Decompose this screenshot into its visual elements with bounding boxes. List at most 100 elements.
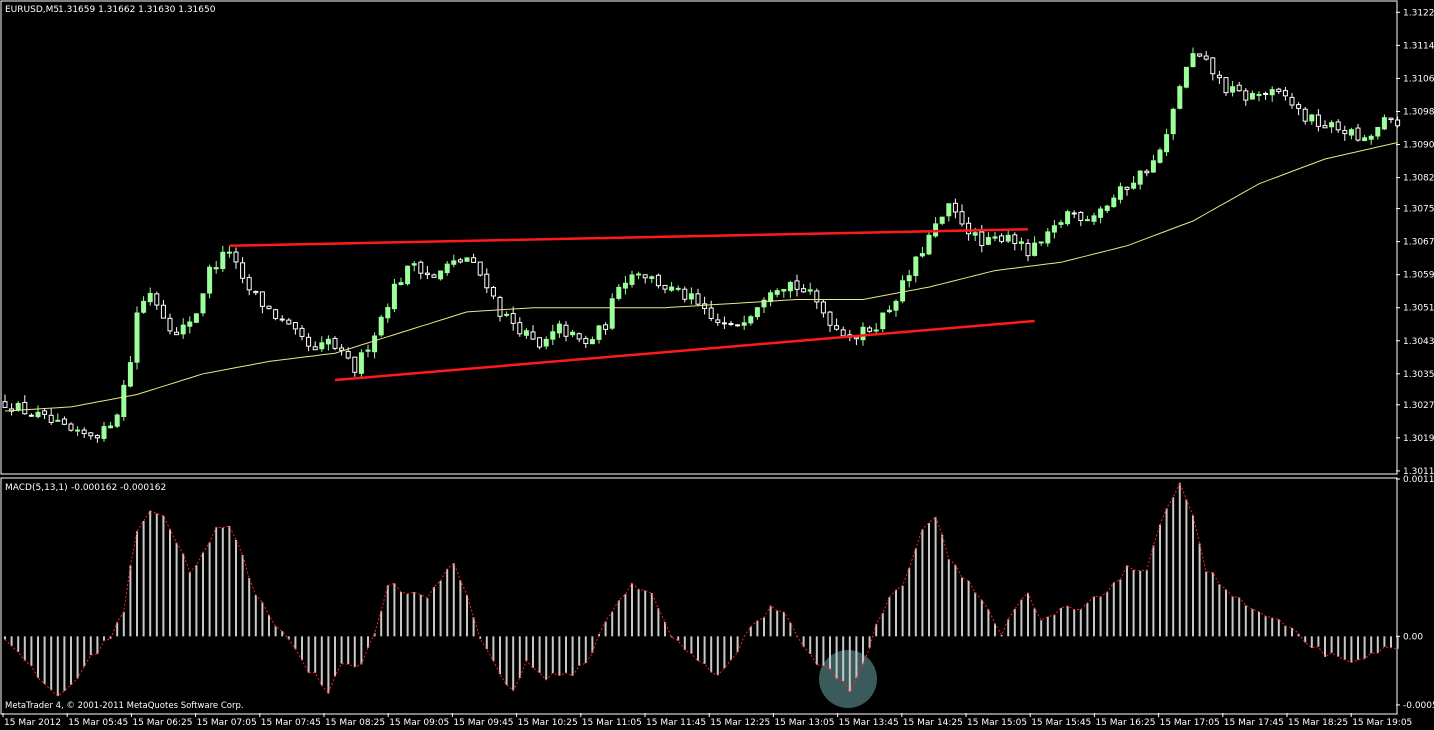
time-axis-label: 15 Mar 09:05 — [389, 718, 449, 728]
candle-body — [273, 309, 279, 319]
candle-body — [820, 301, 826, 314]
candle-body — [1276, 88, 1282, 93]
candle-body — [913, 256, 919, 277]
macd-label: MACD(5,13,1) — [5, 483, 68, 493]
candle-body — [299, 327, 305, 337]
candle-body — [213, 267, 219, 270]
candle-body — [207, 266, 213, 294]
candle-body — [629, 274, 635, 285]
candle-body — [471, 257, 477, 263]
candle-body — [900, 280, 906, 302]
candle-body — [490, 286, 496, 297]
candle-body — [246, 277, 252, 291]
candle-body — [391, 283, 397, 310]
candle-body — [15, 402, 21, 411]
time-axis-label: 15 Mar 09:45 — [453, 718, 513, 728]
candle-body — [180, 324, 186, 335]
candle-body — [669, 286, 675, 291]
candle-body — [411, 263, 417, 266]
macd-axis-label: -0.00051 — [1403, 701, 1434, 711]
copyright-text: MetaTrader 4, © 2001-2011 MetaQuotes Sof… — [5, 701, 244, 711]
candle-body — [94, 435, 100, 439]
candle-body — [504, 313, 510, 316]
candle-body — [1058, 222, 1064, 225]
candle-body — [1104, 205, 1110, 211]
candle-body — [517, 322, 523, 335]
time-axis-label: 15 Mar 08:25 — [325, 718, 385, 728]
candle-body — [101, 426, 107, 439]
candle-body — [81, 429, 87, 435]
candle-body — [880, 312, 886, 330]
candle-body — [946, 203, 952, 217]
time-axis-label: 15 Mar 15:45 — [1031, 718, 1091, 728]
candle-body — [1084, 219, 1090, 222]
candle-body — [537, 337, 543, 348]
candle-body — [1381, 117, 1387, 130]
price-axis-label: 1.30350 — [1403, 370, 1434, 380]
candle-body — [570, 331, 576, 336]
candle-body — [1203, 55, 1209, 60]
candle-body — [431, 274, 437, 278]
time-axis-label: 15 Mar 17:05 — [1160, 718, 1220, 728]
price-axis-label: 1.30590 — [1403, 271, 1434, 281]
candle-body — [398, 282, 404, 286]
candle-body — [75, 429, 81, 432]
candle-body — [108, 425, 114, 429]
candle-body — [992, 236, 998, 239]
macd-axis-label: 0.00117 — [1403, 475, 1434, 485]
candle-body — [1071, 212, 1077, 215]
chart-symbol: EURUSD,M5 — [5, 5, 59, 15]
candle-body — [306, 336, 312, 347]
price-axis-label: 1.31225 — [1403, 8, 1434, 18]
candle-body — [985, 237, 991, 245]
time-axis-label: 15 Mar 06:25 — [132, 718, 192, 728]
time-axis-label: 15 Mar 07:45 — [261, 718, 321, 728]
candle-body — [715, 319, 721, 324]
candle-body — [1289, 96, 1295, 106]
candle-body — [200, 293, 206, 314]
candle-body — [457, 259, 463, 263]
trading-chart[interactable]: EURUSD,M5 1.31659 1.31662 1.31630 1.3165… — [0, 0, 1434, 730]
time-axis-label: 15 Mar 10:25 — [518, 718, 578, 728]
time-axis-label: 15 Mar 2012 — [4, 718, 61, 728]
candle-body — [530, 331, 536, 340]
candle-body — [332, 337, 338, 349]
candle-body — [662, 284, 668, 290]
candle-body — [741, 322, 747, 326]
candle-body — [655, 274, 661, 287]
price-axis-label: 1.30905 — [1403, 141, 1434, 151]
candle-body — [814, 290, 820, 303]
candle-body — [147, 292, 153, 303]
candle-body — [464, 257, 470, 262]
price-axis-label: 1.30670 — [1403, 238, 1434, 248]
candle-body — [1395, 119, 1401, 127]
candle-body — [1091, 215, 1097, 222]
candle-body — [1348, 129, 1354, 136]
candle-body — [1025, 242, 1031, 257]
candle-body — [708, 307, 714, 319]
candle-body — [1137, 170, 1143, 185]
chart-ohlc: 1.31659 1.31662 1.31630 1.31650 — [58, 5, 216, 15]
candle-body — [484, 273, 490, 289]
candle-body — [312, 346, 318, 351]
candle-body — [352, 356, 358, 373]
candle-body — [1018, 241, 1024, 244]
time-axis-label: 15 Mar 13:05 — [774, 718, 834, 728]
time-axis-label: 15 Mar 18:25 — [1288, 718, 1348, 728]
candle-body — [405, 265, 411, 285]
candle-body — [926, 234, 932, 255]
candle-body — [576, 333, 582, 340]
candle-body — [1315, 114, 1321, 127]
candle-body — [319, 342, 325, 350]
candle-body — [543, 338, 549, 347]
candle-body — [1362, 137, 1368, 142]
candle-body — [616, 286, 622, 299]
price-axis-label: 1.31145 — [1403, 41, 1434, 51]
candle-body — [1177, 86, 1183, 109]
candle-body — [444, 263, 450, 274]
candle-body — [510, 313, 516, 324]
candle-body — [477, 261, 483, 276]
candle-body — [1216, 74, 1222, 79]
candle-body — [279, 318, 285, 321]
candle-body — [259, 291, 265, 307]
